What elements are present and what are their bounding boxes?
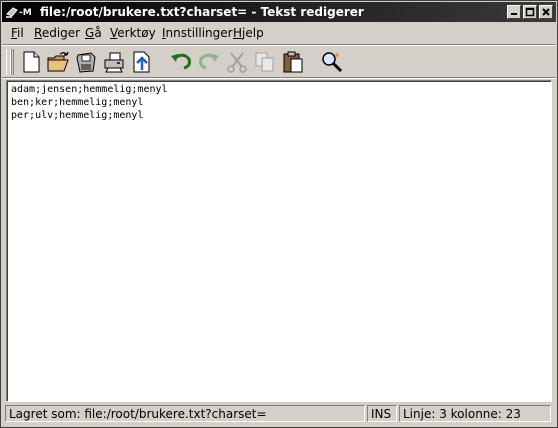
text-content[interactable]: adam;jensen;hemmelig;menyl ben;ker;hemme… bbox=[9, 83, 168, 122]
menu-verktoy-label: erktøy bbox=[117, 26, 156, 40]
text-line-2[interactable]: ben;ker;hemmelig;menyl bbox=[9, 96, 168, 109]
export-icon bbox=[133, 51, 150, 73]
menu-fil-label: il bbox=[17, 26, 24, 40]
editor-window: -M file:/root/brukere.txt?charset= - Tek… bbox=[0, 0, 558, 428]
menu-hjelp-mnemonic: H bbox=[233, 26, 243, 40]
save-disk-icon bbox=[76, 52, 96, 73]
status-cursor-position: Linje: 3 kolonne: 23 bbox=[399, 405, 551, 422]
menu-rediger-label: ediger bbox=[41, 26, 81, 40]
menu-hjelp[interactable]: Hjelp bbox=[233, 26, 264, 40]
new-document-icon bbox=[23, 51, 40, 73]
window-title: file:/root/brukere.txt?charset= - Tekst … bbox=[40, 5, 364, 19]
status-message: Lagret som: file:/root/brukere.txt?chars… bbox=[5, 405, 365, 422]
title-bar[interactable]: -M file:/root/brukere.txt?charset= - Tek… bbox=[2, 2, 556, 22]
redo-icon bbox=[199, 53, 219, 70]
redo-button[interactable] bbox=[196, 50, 222, 74]
menu-rediger[interactable]: Rediger bbox=[34, 26, 80, 40]
menu-verktoy[interactable]: Verktøy bbox=[110, 26, 156, 40]
open-folder-icon bbox=[47, 51, 69, 72]
paste-button[interactable] bbox=[280, 50, 306, 74]
toolbar-grip-inner bbox=[10, 49, 14, 75]
status-insert-mode: INS bbox=[367, 405, 397, 422]
svg-text:-M: -M bbox=[19, 8, 32, 18]
menu-rediger-mnemonic: R bbox=[34, 26, 42, 40]
menu-innstillinger[interactable]: Innstillinger bbox=[162, 26, 233, 40]
menu-bar: Fil Rediger Gå Verktøy Innstillinger Hje… bbox=[2, 23, 556, 43]
new-button[interactable] bbox=[18, 50, 44, 74]
menu-hjelp-label: jelp bbox=[242, 26, 264, 40]
close-button[interactable] bbox=[539, 5, 553, 19]
export-button[interactable] bbox=[129, 50, 155, 74]
save-button[interactable] bbox=[73, 50, 99, 74]
text-editor-frame: adam;jensen;hemmelig;menyl ben;ker;hemme… bbox=[7, 81, 551, 401]
undo-button[interactable] bbox=[168, 50, 194, 74]
toolbar-editor-divider bbox=[2, 77, 556, 79]
text-line-1[interactable]: adam;jensen;hemmelig;menyl bbox=[9, 83, 168, 96]
menu-fil[interactable]: Fil bbox=[11, 26, 24, 40]
status-bar: Lagret som: file:/root/brukere.txt?chars… bbox=[2, 403, 556, 425]
toolbar bbox=[2, 46, 556, 78]
menu-innstillinger-label: nnstillinger bbox=[165, 26, 233, 40]
close-icon bbox=[542, 8, 550, 16]
find-icon bbox=[322, 52, 343, 73]
copy-icon bbox=[255, 52, 274, 72]
cut-button[interactable] bbox=[224, 50, 250, 74]
app-menu-icon[interactable]: -M bbox=[5, 4, 35, 20]
menu-ga-mnemonic: G bbox=[85, 26, 95, 40]
print-button[interactable] bbox=[101, 50, 127, 74]
paste-icon bbox=[283, 51, 303, 73]
text-line-3[interactable]: per;ulv;hemmelig;menyl bbox=[9, 109, 168, 122]
copy-button[interactable] bbox=[252, 50, 278, 74]
menu-ga[interactable]: Gå bbox=[85, 26, 102, 40]
find-button[interactable] bbox=[319, 50, 345, 74]
minimize-icon bbox=[511, 13, 517, 15]
minimize-button[interactable] bbox=[507, 5, 521, 19]
maximize-button[interactable] bbox=[523, 5, 537, 19]
print-icon bbox=[104, 52, 124, 73]
text-editor[interactable]: adam;jensen;hemmelig;menyl ben;ker;hemme… bbox=[6, 80, 552, 402]
open-button[interactable] bbox=[45, 50, 71, 74]
undo-icon bbox=[171, 53, 191, 70]
menu-ga-label: å bbox=[94, 26, 102, 40]
cut-icon bbox=[227, 52, 247, 73]
maximize-icon bbox=[525, 7, 535, 17]
